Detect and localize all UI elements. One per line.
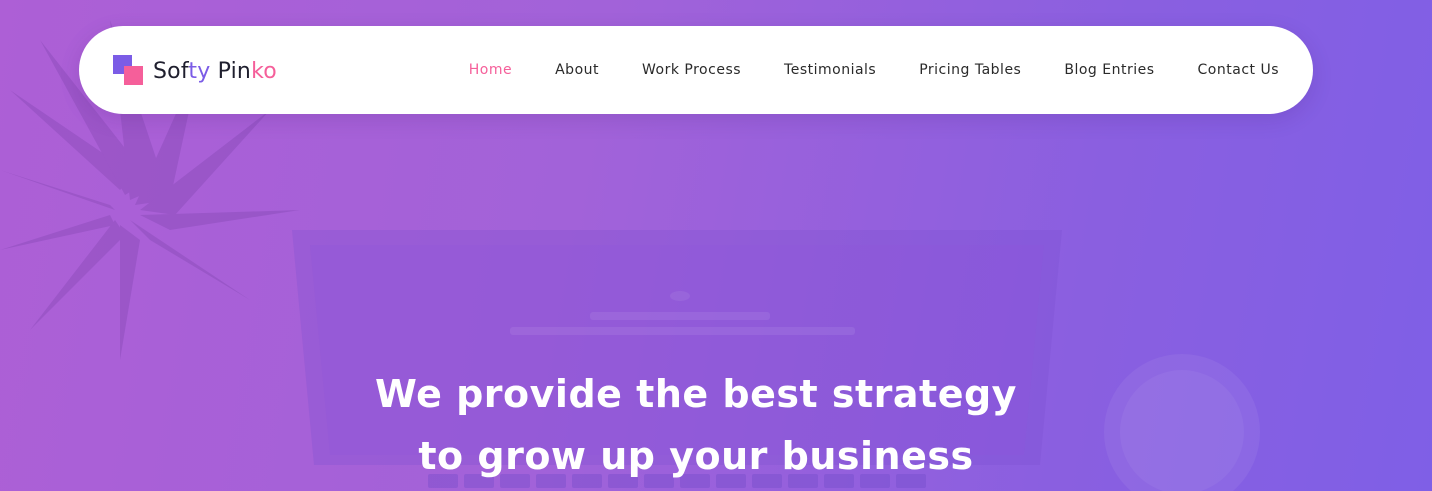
nav-link-blog-entries[interactable]: Blog Entries bbox=[1064, 62, 1154, 78]
nav-link-about[interactable]: About bbox=[555, 62, 599, 78]
headline-line-1: We provide the best strategy bbox=[375, 372, 1017, 417]
hero-section: Softy Pinko Home About Work Process Test… bbox=[0, 0, 1432, 491]
nav-link-work-process[interactable]: Work Process bbox=[642, 62, 741, 78]
nav-link-testimonials[interactable]: Testimonials bbox=[784, 62, 876, 78]
brand-logo[interactable]: Softy Pinko bbox=[113, 55, 277, 87]
navbar: Softy Pinko Home About Work Process Test… bbox=[79, 26, 1313, 114]
nav-link-pricing-tables[interactable]: Pricing Tables bbox=[919, 62, 1021, 78]
headline-line-2: to grow up your business bbox=[418, 434, 974, 479]
nav-menu: Home About Work Process Testimonials Pri… bbox=[469, 26, 1279, 114]
brand-name: Softy Pinko bbox=[153, 58, 277, 84]
nav-link-contact-us[interactable]: Contact Us bbox=[1198, 62, 1279, 78]
logo-icon bbox=[113, 55, 145, 87]
nav-link-home[interactable]: Home bbox=[469, 62, 512, 78]
hero-headline: We provide the best strategy to grow up … bbox=[216, 363, 1176, 487]
